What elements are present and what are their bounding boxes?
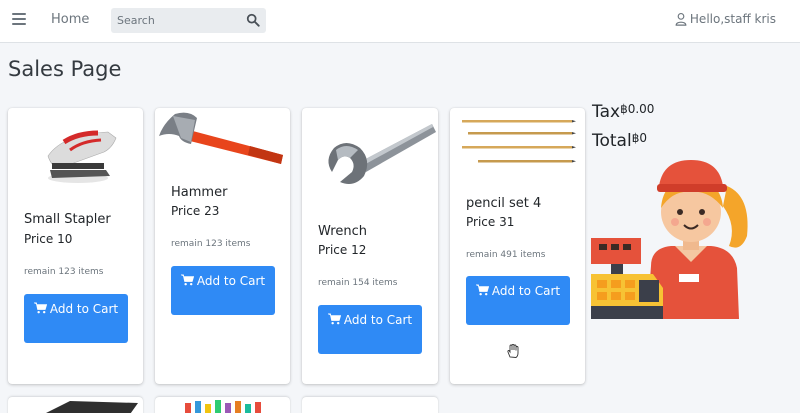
product-name: Small Stapler (24, 212, 111, 227)
cart-icon (180, 274, 194, 286)
product-price: Price 23 (171, 204, 220, 218)
product-stock: remain 154 items (318, 278, 398, 288)
product-image-peek (185, 400, 261, 413)
pencils-image (462, 120, 576, 163)
tax-label: Tax (592, 102, 621, 122)
top-navbar: Home Hello,staff kris (0, 0, 800, 43)
product-name: pencil set 4 (466, 196, 542, 211)
user-greeting: Hello,staff kris (689, 12, 776, 26)
product-card-peek (302, 397, 438, 413)
search-box (111, 8, 266, 33)
product-card: Hammer Price 23 remain 123 items Add to … (155, 108, 290, 384)
user-icon (675, 13, 687, 26)
product-card: Small Stapler Price 10 remain 123 items … (8, 108, 143, 384)
search-input[interactable] (117, 12, 237, 29)
user-menu[interactable]: Hello,staff kris (674, 12, 776, 26)
product-price: Price 10 (24, 232, 73, 246)
product-name: Wrench (318, 224, 367, 239)
page-title: Sales Page (8, 57, 122, 81)
total-value: ฿0 (631, 131, 647, 145)
total-summary: Total฿0 (592, 131, 647, 151)
add-to-cart-label: Add to Cart (491, 284, 561, 298)
search-icon[interactable] (246, 13, 260, 27)
product-price: Price 12 (318, 243, 367, 257)
nav-home-link[interactable]: Home (51, 12, 89, 27)
add-to-cart-button[interactable]: Add to Cart (466, 276, 570, 325)
product-card-peek (8, 397, 143, 413)
cart-icon (475, 284, 489, 296)
tax-value: ฿0.00 (620, 102, 655, 116)
hammer-image (159, 112, 283, 164)
product-image-peek (46, 401, 138, 413)
add-to-cart-button[interactable]: Add to Cart (318, 305, 422, 354)
add-to-cart-label: Add to Cart (49, 302, 119, 316)
tax-summary: Tax฿0.00 (592, 102, 654, 122)
add-to-cart-label: Add to Cart (343, 313, 413, 327)
product-card-peek (155, 397, 290, 413)
product-stock: remain 123 items (24, 267, 104, 277)
hand-cursor-icon (507, 344, 519, 358)
product-price: Price 31 (466, 215, 515, 229)
stapler-image (47, 130, 117, 183)
wrench-image (328, 124, 436, 184)
add-to-cart-button[interactable]: Add to Cart (24, 294, 128, 343)
cart-icon (33, 302, 47, 314)
product-name: Hammer (171, 185, 228, 200)
cart-icon (327, 313, 341, 325)
cashier-illustration (591, 160, 748, 319)
menu-icon[interactable] (12, 13, 26, 27)
product-stock: remain 491 items (466, 250, 546, 260)
add-to-cart-button[interactable]: Add to Cart (171, 266, 275, 315)
product-stock: remain 123 items (171, 239, 251, 249)
add-to-cart-label: Add to Cart (196, 274, 266, 288)
product-card: Wrench Price 12 remain 154 items Add to … (302, 108, 438, 384)
total-label: Total (592, 131, 632, 151)
